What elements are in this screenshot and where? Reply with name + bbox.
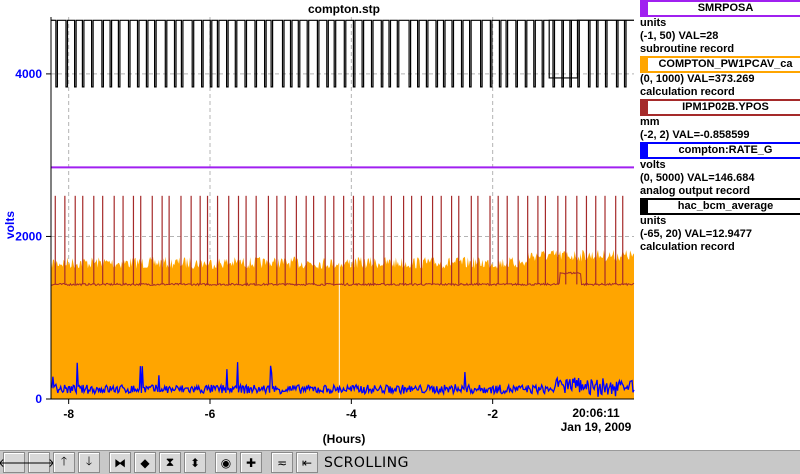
- legend-range: (-2, 2) VAL=-0.858599: [640, 129, 750, 141]
- x-tick-label: -8: [63, 407, 74, 421]
- scroll-mode-button[interactable]: ≂: [271, 452, 293, 473]
- plot-series: [50, 19, 635, 399]
- legend-range: (0, 5000) VAL=146.684: [640, 172, 755, 184]
- legend: SMRPOSA units (-1, 50) VAL=28 subroutine re…: [637, 0, 800, 254]
- x-tick-label: -4: [346, 407, 357, 421]
- series-black-line: [50, 19, 634, 88]
- date-label: Jan 19, 2009: [561, 420, 632, 434]
- legend-range: (0, 1000) VAL=373.269: [640, 73, 755, 85]
- zoom-out-y-button[interactable]: ⬍: [184, 452, 206, 473]
- y-tick-label: 2000: [15, 229, 42, 243]
- legend-type: analog output record: [640, 185, 750, 197]
- legend-entry-5[interactable]: hac_bcm_average: [640, 198, 800, 215]
- zoom-out-x-button[interactable]: ◆: [134, 452, 156, 473]
- zoom-in-x-button[interactable]: ⧓: [109, 452, 131, 473]
- pan-down-button[interactable]: 🡓: [78, 452, 100, 473]
- strip-chart[interactable]: compton.stp volts (Hours) 20:06:11 Jan 1…: [0, 0, 637, 450]
- legend-entry-2[interactable]: COMPTON_PW1PCAV_ca: [640, 56, 800, 73]
- legend-units: units: [640, 17, 667, 29]
- crosshair-button[interactable]: ✚: [240, 452, 262, 473]
- status-label: SCROLLING: [324, 454, 409, 471]
- y-tick-label: 4000: [15, 67, 42, 81]
- legend-type: calculation record: [640, 86, 735, 98]
- x-tick-label: -6: [205, 407, 216, 421]
- legend-range: (-65, 20) VAL=12.9477: [640, 228, 752, 240]
- legend-units: mm: [640, 116, 660, 128]
- pan-up-button[interactable]: 🡑: [53, 452, 75, 473]
- legend-entry-3[interactable]: IPM1P02B.YPOS: [640, 99, 800, 116]
- x-tick-label: -2: [487, 407, 498, 421]
- time-label: 20:06:11: [572, 406, 620, 420]
- pan-left-button[interactable]: 🡐: [0, 452, 30, 473]
- toolbar: 🡐 🡒 🡑 🡓 ⧓ ◆ ⧗ ⬍ ◉ ✚ ≂ ⇤ SCROLLING: [0, 450, 800, 474]
- legend-entry-4[interactable]: compton:RATE_G: [640, 142, 800, 159]
- legend-range: (-1, 50) VAL=28: [640, 30, 719, 42]
- chart-title: compton.stp: [308, 2, 380, 16]
- y-tick-label: 0: [35, 392, 42, 406]
- pan-right-button[interactable]: 🡒: [23, 452, 55, 473]
- series-orange-area: [51, 249, 634, 399]
- legend-units: units: [640, 215, 667, 227]
- legend-type: calculation record: [640, 241, 735, 253]
- zoom-in-y-button[interactable]: ⧗: [159, 452, 181, 473]
- legend-entry-1[interactable]: SMRPOSA: [640, 0, 800, 17]
- undo-button[interactable]: ⇤: [296, 452, 318, 473]
- legend-units: volts: [640, 159, 666, 171]
- legend-type: subroutine record: [640, 43, 735, 55]
- zoom-pan-button[interactable]: ◉: [215, 452, 237, 473]
- x-axis-label: (Hours): [323, 432, 366, 446]
